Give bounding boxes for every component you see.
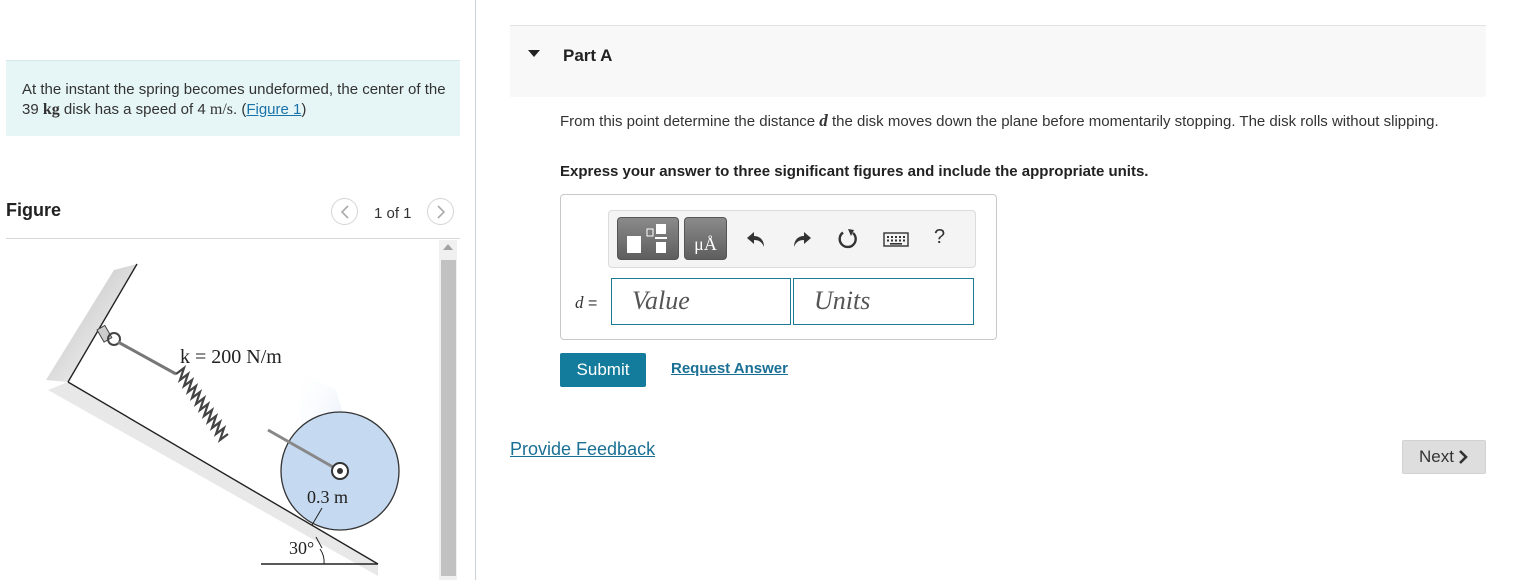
angle-arc — [319, 548, 325, 565]
request-answer-link[interactable]: Request Answer — [671, 360, 788, 377]
figure-image: k = 200 N/m 0.3 m 30° — [6, 240, 436, 580]
chevron-right-icon — [1459, 450, 1468, 464]
chevron-right-icon — [436, 204, 445, 219]
figure-link[interactable]: Figure 1 — [246, 101, 301, 118]
left-panel: At the instant the spring becomes undefo… — [0, 0, 476, 580]
next-figure-button[interactable] — [427, 198, 454, 225]
provide-feedback-link[interactable]: Provide Feedback — [510, 439, 655, 460]
speed-unit: m/s — [209, 101, 233, 118]
templates-button[interactable] — [617, 217, 679, 260]
mass-unit: kg — [42, 101, 60, 118]
figure-header: Figure 1 of 1 — [6, 196, 460, 239]
spring-rod-upper — [117, 340, 177, 376]
caret-down-icon[interactable] — [528, 50, 540, 57]
problem-text-close: ) — [301, 101, 307, 118]
chevron-left-icon — [340, 204, 349, 219]
next-button[interactable]: Next — [1402, 440, 1486, 474]
scroll-up-arrow-icon[interactable] — [443, 244, 453, 250]
problem-text-after: . ( — [233, 101, 247, 118]
answer-instruction: Express your answer to three significant… — [560, 163, 1149, 180]
keyboard-icon[interactable] — [883, 227, 909, 251]
part-title: Part A — [563, 46, 613, 65]
help-button[interactable]: ? — [934, 226, 945, 249]
spring-constant-label: k = 200 N/m — [180, 346, 282, 368]
units-button[interactable]: μÅ — [684, 217, 727, 260]
answer-label: d = — [575, 293, 598, 312]
problem-text-middle: disk has a speed of 4 — [59, 101, 210, 118]
units-placeholder: Units — [814, 286, 871, 315]
radius-label: 0.3 m — [307, 487, 348, 507]
angle-label: 30° — [289, 538, 314, 558]
wall-shade — [46, 264, 137, 382]
figure-scrollbar[interactable] — [439, 240, 457, 580]
scroll-thumb[interactable] — [441, 260, 456, 576]
math-toolbar: μÅ ? — [608, 210, 976, 268]
question-before: From this point determine the distance — [560, 113, 820, 130]
value-placeholder: Value — [632, 286, 690, 315]
next-label: Next — [1419, 447, 1454, 466]
problem-statement: At the instant the spring becomes undefo… — [6, 60, 460, 136]
question-variable: d — [819, 111, 828, 130]
question-text: From this point determine the distance d… — [560, 111, 1470, 132]
spring-coil — [175, 365, 229, 443]
reset-icon[interactable] — [836, 227, 860, 251]
question-after: the disk moves down the plane before mom… — [827, 113, 1439, 130]
templates-icon — [627, 224, 667, 253]
undo-icon[interactable] — [744, 227, 768, 251]
spring-disk-diagram: k = 200 N/m 0.3 m 30° — [46, 263, 400, 576]
figure-title: Figure — [6, 200, 62, 220]
units-input[interactable]: Units — [793, 278, 974, 325]
figure-pager: 1 of 1 — [374, 205, 412, 222]
redo-icon[interactable] — [790, 227, 814, 251]
part-a-header[interactable]: Part A — [510, 25, 1486, 97]
previous-figure-button[interactable] — [331, 198, 358, 225]
answer-box: μÅ ? d = Value Units — [560, 194, 997, 340]
submit-button[interactable]: Submit — [560, 353, 646, 387]
disk-center — [337, 468, 343, 474]
value-input[interactable]: Value — [611, 278, 791, 325]
column-divider — [475, 0, 476, 580]
wall-line — [67, 263, 138, 383]
